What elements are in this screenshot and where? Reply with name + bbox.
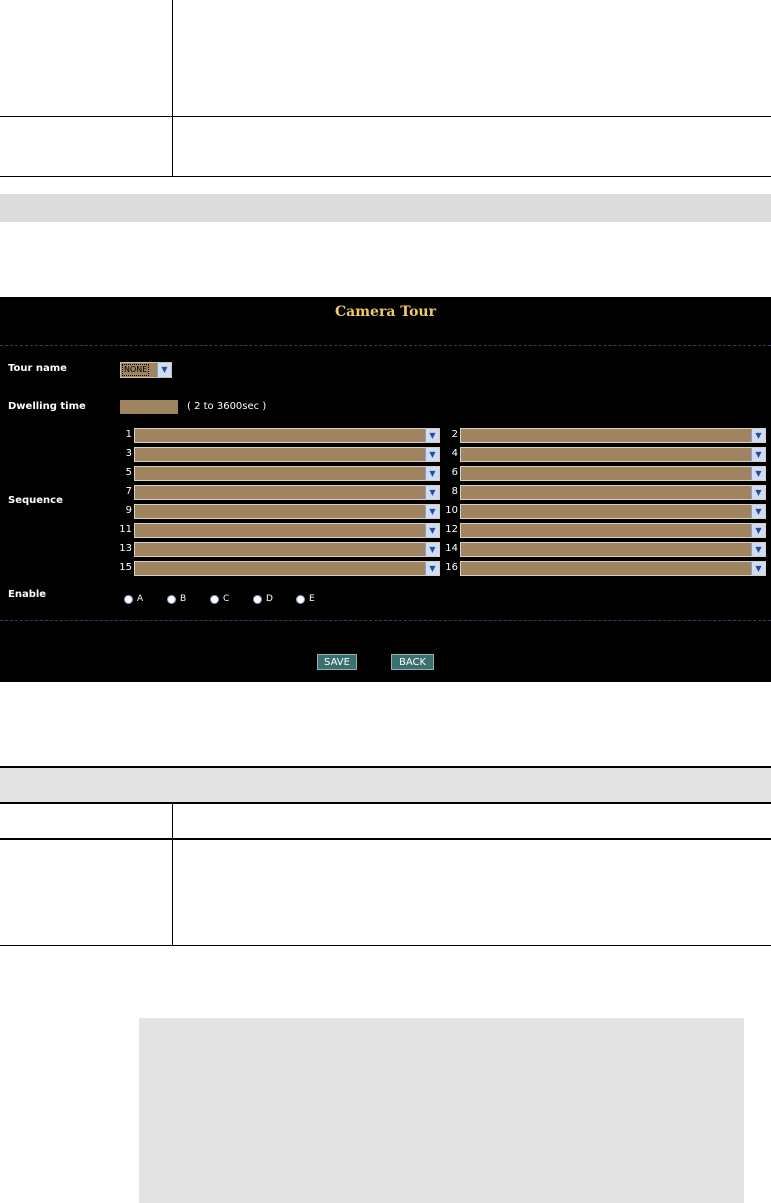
sequence-slot-select[interactable]: ▼ [460,485,766,500]
table-bottom-border [0,176,771,177]
enable-label: Enable [8,589,47,600]
sequence-slot-select[interactable]: ▼ [134,466,440,481]
chevron-down-icon[interactable]: ▼ [425,562,439,575]
chevron-down-icon[interactable]: ▼ [425,429,439,442]
chevron-down-icon[interactable]: ▼ [751,486,765,499]
sequence-slot-number: 3 [125,448,132,459]
chevron-down-icon[interactable]: ▼ [425,467,439,480]
sequence-slot-select[interactable]: ▼ [134,523,440,538]
table-column-divider [172,804,173,946]
tour-name-label: Tour name [8,363,67,374]
sequence-slot-select[interactable]: ▼ [460,542,766,557]
sequence-slot-number: 10 [445,505,458,516]
sequence-slot-number: 2 [451,429,458,440]
sequence-slot-number: 11 [119,524,132,535]
chevron-down-icon[interactable]: ▼ [751,524,765,537]
table-header-band [0,768,771,802]
sequence-slot-number: 6 [451,467,458,478]
chevron-down-icon[interactable]: ▼ [751,448,765,461]
chevron-down-icon[interactable]: ▼ [157,363,171,377]
enable-option-label: D [266,594,273,604]
enable-option[interactable]: D [253,594,273,604]
chevron-down-icon[interactable]: ▼ [751,429,765,442]
note-box [139,1018,744,1203]
divider [0,620,771,621]
enable-option[interactable]: B [167,594,186,604]
enable-option-label: B [180,594,187,604]
chevron-down-icon[interactable]: ▼ [751,543,765,556]
enable-option-label: C [223,594,230,604]
sequence-slot-number: 7 [125,486,132,497]
chevron-down-icon[interactable]: ▼ [425,486,439,499]
panel-title: Camera Tour [335,304,436,320]
save-button[interactable]: SAVE [317,654,357,670]
chevron-down-icon[interactable]: ▼ [425,505,439,518]
sequence-slot-number: 8 [451,486,458,497]
sequence-slot-number: 14 [445,543,458,554]
sequence-slot-number: 13 [119,543,132,554]
radio-icon[interactable] [210,594,219,604]
enable-option[interactable]: C [210,594,229,604]
table-column-divider [172,0,173,176]
sequence-slot-select[interactable]: ▼ [134,504,440,519]
enable-option[interactable]: E [296,594,315,604]
divider [0,345,771,346]
sequence-slot-select[interactable]: ▼ [134,542,440,557]
radio-icon[interactable] [296,594,305,604]
dwelling-time-range-note: ( 2 to 3600sec ) [187,401,267,412]
radio-icon[interactable] [253,594,262,604]
sequence-slot-select[interactable]: ▼ [134,447,440,462]
dwelling-time-label: Dwelling time [8,401,86,412]
sequence-slot-number: 4 [451,448,458,459]
camera-tour-panel: Camera Tour Tour name NONE ▼ Dwelling ti… [0,297,771,682]
sequence-slot-select[interactable]: ▼ [460,523,766,538]
sequence-slot-number: 1 [125,429,132,440]
sequence-label: Sequence [8,495,63,506]
sequence-slot-number: 9 [125,505,132,516]
chevron-down-icon[interactable]: ▼ [751,505,765,518]
table-row-divider [0,116,771,117]
radio-icon[interactable] [167,594,176,604]
enable-option-label: E [309,594,315,604]
chevron-down-icon[interactable]: ▼ [425,543,439,556]
sequence-slot-select[interactable]: ▼ [460,504,766,519]
sequence-slot-number: 12 [445,524,458,535]
table-row-divider [0,838,771,840]
radio-icon[interactable] [124,594,133,604]
sequence-slot-select[interactable]: ▼ [134,561,440,576]
tour-name-value: NONE [121,364,150,376]
sequence-slot-select[interactable]: ▼ [460,561,766,576]
chevron-down-icon[interactable]: ▼ [751,467,765,480]
sequence-slot-select[interactable]: ▼ [134,428,440,443]
chevron-down-icon[interactable]: ▼ [425,448,439,461]
enable-option-label: A [137,594,144,604]
enable-option[interactable]: A [124,594,143,604]
back-button[interactable]: BACK [391,654,434,670]
sequence-slot-number: 16 [445,562,458,573]
tour-name-select[interactable]: NONE ▼ [120,362,172,378]
table-header-border [0,802,771,804]
dwelling-time-input[interactable] [120,400,178,414]
section-header-band [0,194,771,222]
sequence-slot-select[interactable]: ▼ [460,428,766,443]
sequence-slot-number: 15 [119,562,132,573]
sequence-slot-number: 5 [125,467,132,478]
chevron-down-icon[interactable]: ▼ [751,562,765,575]
sequence-slot-select[interactable]: ▼ [460,447,766,462]
table-bottom-border [0,945,771,946]
chevron-down-icon[interactable]: ▼ [425,524,439,537]
sequence-slot-select[interactable]: ▼ [460,466,766,481]
sequence-slot-select[interactable]: ▼ [134,485,440,500]
